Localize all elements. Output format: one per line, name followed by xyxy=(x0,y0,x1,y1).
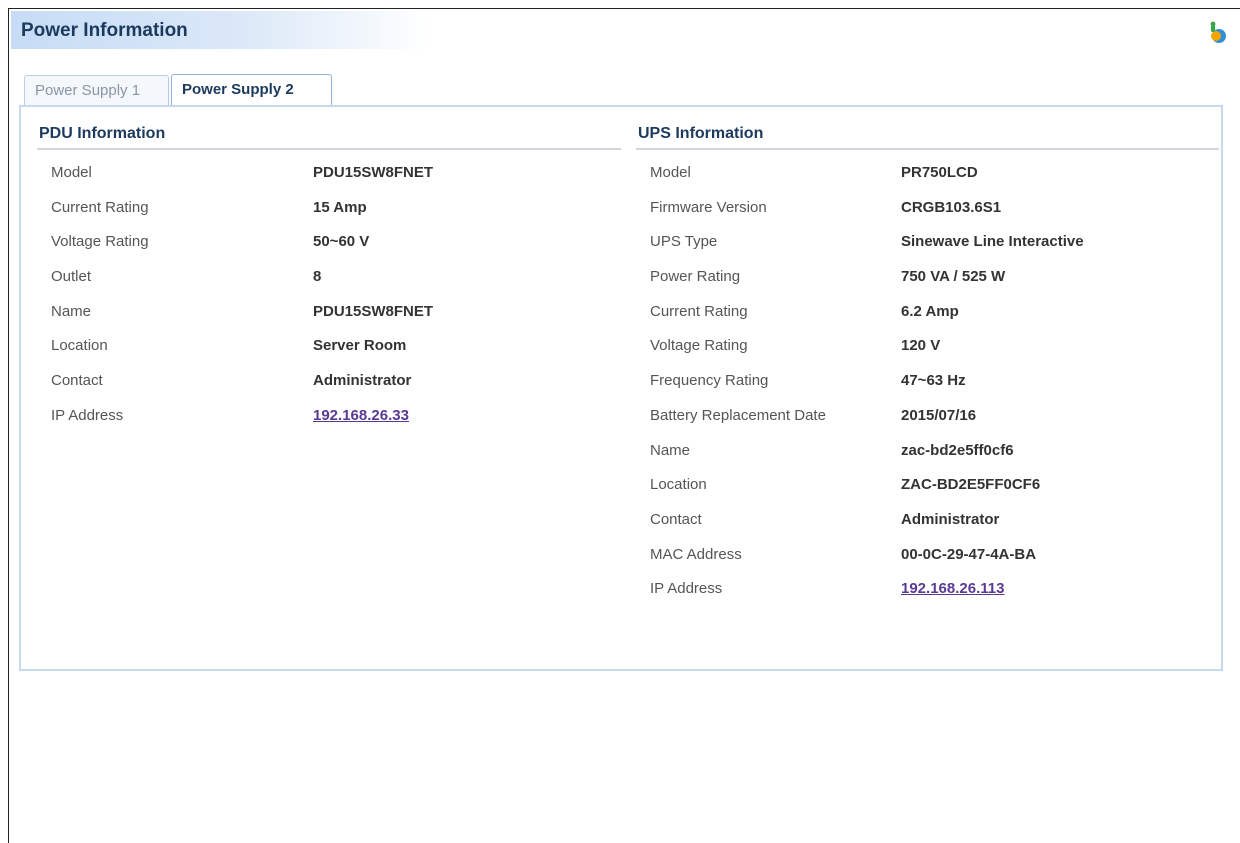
info-label: IP Address xyxy=(650,580,723,598)
info-row: Location ZAC-BD2E5FF0CF6 xyxy=(636,476,1219,511)
pdu-section-title: PDU Information xyxy=(37,121,621,150)
info-value: PDU15SW8FNET xyxy=(313,164,434,181)
info-row: Contact Administrator xyxy=(636,511,1219,546)
tab-power-supply-1[interactable]: Power Supply 1 xyxy=(24,75,169,105)
tab-power-supply-2[interactable]: Power Supply 2 xyxy=(171,74,332,106)
info-row: IP Address 192.168.26.33 xyxy=(37,407,621,442)
info-value: 47~63 Hz xyxy=(901,372,966,390)
info-label: Firmware Version xyxy=(650,198,767,216)
info-label: Current Rating xyxy=(650,302,748,320)
info-label: Location xyxy=(650,476,707,494)
info-row: Name zac-bd2e5ff0cf6 xyxy=(636,442,1219,477)
info-row: Current Rating 15 Amp xyxy=(37,199,621,234)
info-value: CRGB103.6S1 xyxy=(901,198,1002,216)
info-label: Name xyxy=(650,441,691,459)
info-row: Outlet 8 xyxy=(37,268,621,303)
info-row: Name PDU15SW8FNET xyxy=(37,303,621,338)
info-label: MAC Address xyxy=(650,545,742,563)
info-value: 6.2 Amp xyxy=(901,302,959,320)
info-label: Model xyxy=(650,164,691,181)
info-row: Power Rating 750 VA / 525 W xyxy=(636,268,1219,303)
info-value: 2015/07/16 xyxy=(901,406,977,424)
info-row: Voltage Rating 50~60 V xyxy=(37,233,621,268)
info-value: Sinewave Line Interactive xyxy=(901,233,1084,251)
info-value: 50~60 V xyxy=(313,233,370,251)
info-row: Firmware Version CRGB103.6S1 xyxy=(636,199,1219,234)
info-value: PR750LCD xyxy=(901,164,978,181)
pdu-info-list: Model PDU15SW8FNET Current Rating 15 Amp Vol… xyxy=(37,164,621,442)
help-icon[interactable] xyxy=(1206,21,1228,45)
info-row: UPS Type Sinewave Line Interactive xyxy=(636,233,1219,268)
info-row: Battery Replacement Date 2015/07/16 xyxy=(636,407,1219,442)
info-label: Model xyxy=(51,164,92,181)
info-label: IP Address xyxy=(51,406,124,424)
title-bar: Power Information xyxy=(11,11,431,49)
info-row: IP Address 192.168.26.113 xyxy=(636,580,1219,615)
ups-info-list: Model PR750LCD Firmware Version CRGB103.6S1… xyxy=(636,164,1219,615)
info-row: Voltage Rating 120 V xyxy=(636,337,1219,372)
info-label: Voltage Rating xyxy=(51,233,149,251)
page-title: Power Information xyxy=(21,20,188,41)
info-row: Frequency Rating 47~63 Hz xyxy=(636,372,1219,407)
info-row: Model PDU15SW8FNET xyxy=(37,164,621,199)
info-value: Server Room xyxy=(313,337,407,355)
info-value: 00-0C-29-47-4A-BA xyxy=(901,545,1037,563)
info-value: 120 V xyxy=(901,337,941,355)
info-label: Power Rating xyxy=(650,268,741,286)
main-frame: Power Information Power Supply 1 Power S… xyxy=(8,8,1240,843)
pdu-section: PDU Information Model PDU15SW8FNET Current… xyxy=(37,121,621,442)
info-value: Administrator xyxy=(313,372,412,390)
info-label: Outlet xyxy=(51,268,92,286)
info-label: Voltage Rating xyxy=(650,337,748,355)
info-row: Model PR750LCD xyxy=(636,164,1219,199)
info-value: PDU15SW8FNET xyxy=(313,302,434,320)
info-label: Name xyxy=(51,302,92,320)
info-row: Location Server Room xyxy=(37,337,621,372)
ip-address-link[interactable]: 192.168.26.33 xyxy=(313,407,409,424)
info-row: Contact Administrator xyxy=(37,372,621,407)
info-row: Current Rating 6.2 Amp xyxy=(636,303,1219,338)
info-row: MAC Address 00-0C-29-47-4A-BA xyxy=(636,546,1219,581)
ups-section: UPS Information Model PR750LCD Firmware Ve… xyxy=(636,121,1219,615)
info-label: UPS Type xyxy=(650,233,718,251)
info-value: 8 xyxy=(313,268,322,286)
info-label: Contact xyxy=(51,372,103,390)
info-label: Current Rating xyxy=(51,198,149,216)
info-value: ZAC-BD2E5FF0CF6 xyxy=(901,476,1041,494)
info-label: Battery Replacement Date xyxy=(650,406,826,424)
ip-address-link[interactable]: 192.168.26.113 xyxy=(901,580,1004,597)
info-label: Frequency Rating xyxy=(650,372,769,390)
info-value: Administrator xyxy=(901,510,1000,528)
info-label: Location xyxy=(51,337,108,355)
info-value: zac-bd2e5ff0cf6 xyxy=(901,441,1014,459)
info-value: 15 Amp xyxy=(313,198,367,216)
info-label: Contact xyxy=(650,510,702,528)
ups-section-title: UPS Information xyxy=(636,121,1219,150)
info-value: 750 VA / 525 W xyxy=(901,268,1006,286)
content-panel: PDU Information Model PDU15SW8FNET Current… xyxy=(19,105,1223,671)
